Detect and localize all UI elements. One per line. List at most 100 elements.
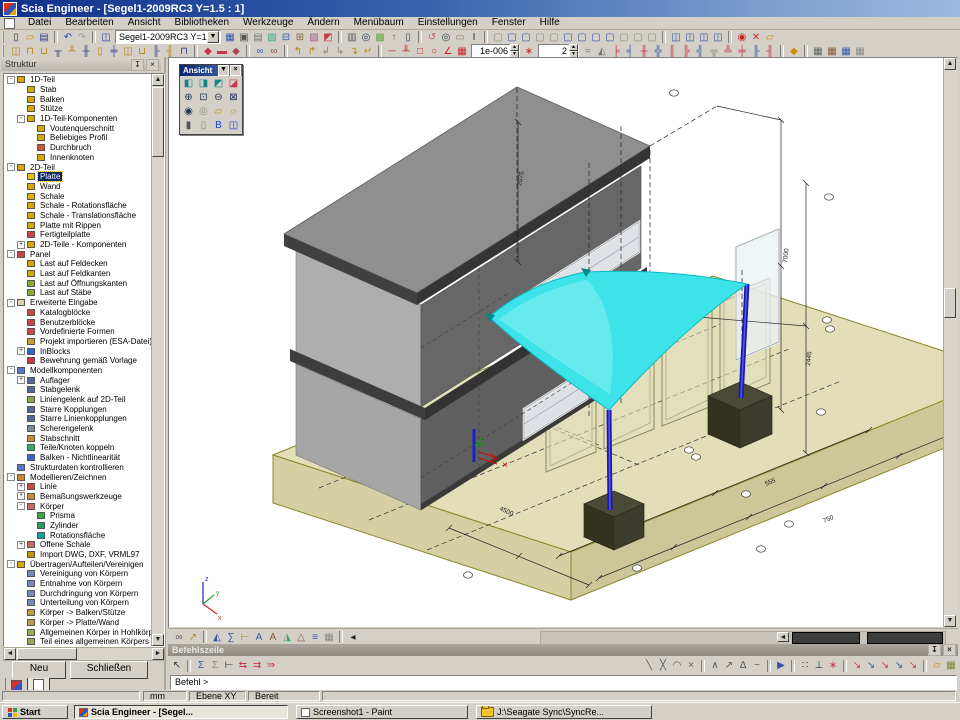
collapse-icon[interactable]: - <box>7 366 15 374</box>
collapse-toolbar-icon[interactable]: ◂ <box>346 631 360 644</box>
close-doc-icon[interactable]: ◩ <box>321 31 335 44</box>
expand-icon[interactable]: + <box>17 541 25 549</box>
window-view-4-icon[interactable]: ◫ <box>711 31 725 44</box>
tree-item-prisma[interactable]: Prisma <box>5 511 151 521</box>
zoom-all-icon[interactable]: ⊠ <box>226 91 241 105</box>
menu-ansicht[interactable]: Ansicht <box>121 17 168 29</box>
tree-item-katalogblöcke[interactable]: Katalogblöcke <box>5 308 151 318</box>
spin-up-icon[interactable]: ▲ <box>510 44 519 51</box>
view-toggle-9-icon[interactable]: ▢ <box>603 31 617 44</box>
viewport-vscrollbar[interactable]: ▲ ▼ <box>943 58 957 627</box>
collapse-icon[interactable]: - <box>7 473 15 481</box>
open-project-icon[interactable]: ▱ <box>23 31 37 44</box>
befehl-pin-icon[interactable]: ↧ <box>928 644 941 656</box>
render-wire-icon[interactable]: ▯ <box>196 119 211 133</box>
snap-x-icon[interactable]: × <box>684 659 698 672</box>
new-project-icon[interactable]: ▯ <box>9 31 23 44</box>
menu-einstellungen[interactable]: Einstellungen <box>411 17 485 29</box>
window-view-3-icon[interactable]: ◫ <box>697 31 711 44</box>
tree-item-scherengelenk[interactable]: Scherengelenk <box>5 424 151 434</box>
menu-fenster[interactable]: Fenster <box>485 17 533 29</box>
tree-item-stabgelenk[interactable]: Stabgelenk <box>5 385 151 395</box>
snap-arc-icon[interactable]: ◠ <box>670 659 684 672</box>
sketch-icon[interactable]: ↗ <box>186 631 200 644</box>
wall-tool-icon[interactable]: ▬ <box>215 45 229 58</box>
paste-icon[interactable]: ⊞ <box>293 31 307 44</box>
tree-item-2d-teile-komponenten[interactable]: +2D-Teile - Komponenten <box>5 240 151 250</box>
view-toggle-5-icon[interactable]: ▢ <box>547 31 561 44</box>
undo-icon[interactable]: ↶ <box>61 31 75 44</box>
view-toggle-1-icon[interactable]: ▢ <box>491 31 505 44</box>
expand-icon[interactable]: + <box>17 483 25 491</box>
dimension-icon[interactable]: ⊢ <box>238 631 252 644</box>
display-settings-icon[interactable]: ▦ <box>322 631 336 644</box>
start-button[interactable]: Start <box>2 705 68 719</box>
snap-free-icon[interactable]: ╲ <box>642 659 656 672</box>
vp-scroll-left-icon[interactable]: ◄ <box>777 632 789 642</box>
select-prev-icon[interactable]: ⊢ <box>222 659 236 672</box>
befehlszeile-titlebar[interactable]: Befehlszeile ↧ × <box>168 644 958 656</box>
view-point-icon[interactable]: ◭ <box>210 631 224 644</box>
scroll-right-icon[interactable]: ► <box>152 648 164 660</box>
befehl-close-icon[interactable]: × <box>943 644 956 656</box>
rotate-icon[interactable]: ↲ <box>319 45 333 58</box>
toolbar-grip2[interactable] <box>2 45 7 57</box>
tree-item-stab[interactable]: Stab <box>5 85 151 95</box>
scroll-left-icon[interactable]: ◄ <box>4 648 16 660</box>
command-input[interactable]: Befehl > <box>170 675 957 690</box>
gallery-icon[interactable]: ▨ <box>307 31 321 44</box>
named-view-icon[interactable]: B <box>211 119 226 133</box>
tree-item-beliebiges-profil[interactable]: Beliebiges Profil <box>5 133 151 143</box>
combo-dropdown-icon[interactable]: ▼ <box>207 31 219 43</box>
tree-item-inblocks[interactable]: +InBlocks <box>5 346 151 356</box>
stretch-icon[interactable]: ↵ <box>361 45 375 58</box>
support-x-icon[interactable]: ╞ <box>609 45 623 58</box>
tree-item-allgemeinen-körper-in-hohlkörper[interactable]: Allgemeinen Körper in Hohlkörper <box>5 627 151 637</box>
delete-icon[interactable]: ✕ <box>749 31 763 44</box>
zoom-doc-icon[interactable]: ◎ <box>439 31 453 44</box>
zoom-out-icon[interactable]: ⊖ <box>211 91 226 105</box>
vp-scroll-up-icon[interactable]: ▲ <box>944 58 956 70</box>
view-toggle-7-icon[interactable]: ▢ <box>575 31 589 44</box>
pin-icon[interactable]: ↧ <box>131 59 144 71</box>
view-front-icon[interactable]: ◧ <box>181 77 196 91</box>
tree-item-benutzerblöcke[interactable]: Benutzerblöcke <box>5 317 151 327</box>
tree-item-1d-teil[interactable]: -1D-Teil <box>5 75 151 85</box>
tree-item-teil-eines-allgemeinen-körpers-zu-ba[interactable]: Teil eines allgemeinen Körpers zu Ba... <box>5 637 151 646</box>
tree-item-starre-kopplungen[interactable]: Starre Kopplungen <box>5 404 151 414</box>
draw-circle-icon[interactable]: ○ <box>427 45 441 58</box>
scroll-up-icon[interactable]: ▲ <box>152 74 164 86</box>
hinge-z-icon[interactable]: ╩ <box>721 45 735 58</box>
copy-icon[interactable]: ⊟ <box>279 31 293 44</box>
zoom-in-icon[interactable]: ⊕ <box>181 91 196 105</box>
nearest-snap-icon[interactable]: ↘ <box>892 659 906 672</box>
scale-spinner[interactable]: 2 ▲▼ <box>538 44 579 58</box>
hinge-y-icon[interactable]: ╦ <box>707 45 721 58</box>
status-plane[interactable]: Ebene XY <box>189 691 246 701</box>
cursor-snap-icon[interactable]: ▶ <box>774 659 788 672</box>
view-toggle-12-icon[interactable]: ▢ <box>645 31 659 44</box>
tree-item-körper-balken-stütze[interactable]: Körper -> Balken/Stütze <box>5 608 151 618</box>
render-mode-icon[interactable]: ◮ <box>280 631 294 644</box>
snap-edge-icon[interactable]: ↗ <box>722 659 736 672</box>
tree-item-innenknoten[interactable]: Innenknoten <box>5 153 151 163</box>
support-icon[interactable]: ╪ <box>107 45 121 58</box>
view-axo-icon[interactable]: ◪ <box>226 77 241 91</box>
haunch-icon[interactable]: ⊓ <box>23 45 37 58</box>
support-rz-icon[interactable]: ╠ <box>679 45 693 58</box>
section-view-icon[interactable]: △ <box>294 631 308 644</box>
draw-line-icon[interactable]: ─ <box>385 45 399 58</box>
tree-item-bemaßungswerkzeuge[interactable]: +Bemaßungswerkzeuge <box>5 492 151 502</box>
capture-icon[interactable]: ▧ <box>265 31 279 44</box>
accuracy-spinner[interactable]: 1e-006 ▲▼ <box>471 44 520 58</box>
open-folder-icon[interactable]: ▱ <box>763 31 777 44</box>
menu-werkzeuge[interactable]: Werkzeuge <box>236 17 300 29</box>
menu-menbaum[interactable]: Menübaum <box>347 17 411 29</box>
hinge-icon[interactable]: ▯ <box>93 45 107 58</box>
view-toggle-2-icon[interactable]: ▢ <box>505 31 519 44</box>
tree-item-unterteilung-von-körpern[interactable]: Unterteilung von Körpern <box>5 598 151 608</box>
tree-item-vordefinierte-formen[interactable]: Vordefinierte Formen <box>5 327 151 337</box>
draw-angle-icon[interactable]: ∠ <box>441 45 455 58</box>
tree-item-platte[interactable]: Platte <box>5 172 151 182</box>
tree-item-panel[interactable]: -Panel <box>5 249 151 259</box>
